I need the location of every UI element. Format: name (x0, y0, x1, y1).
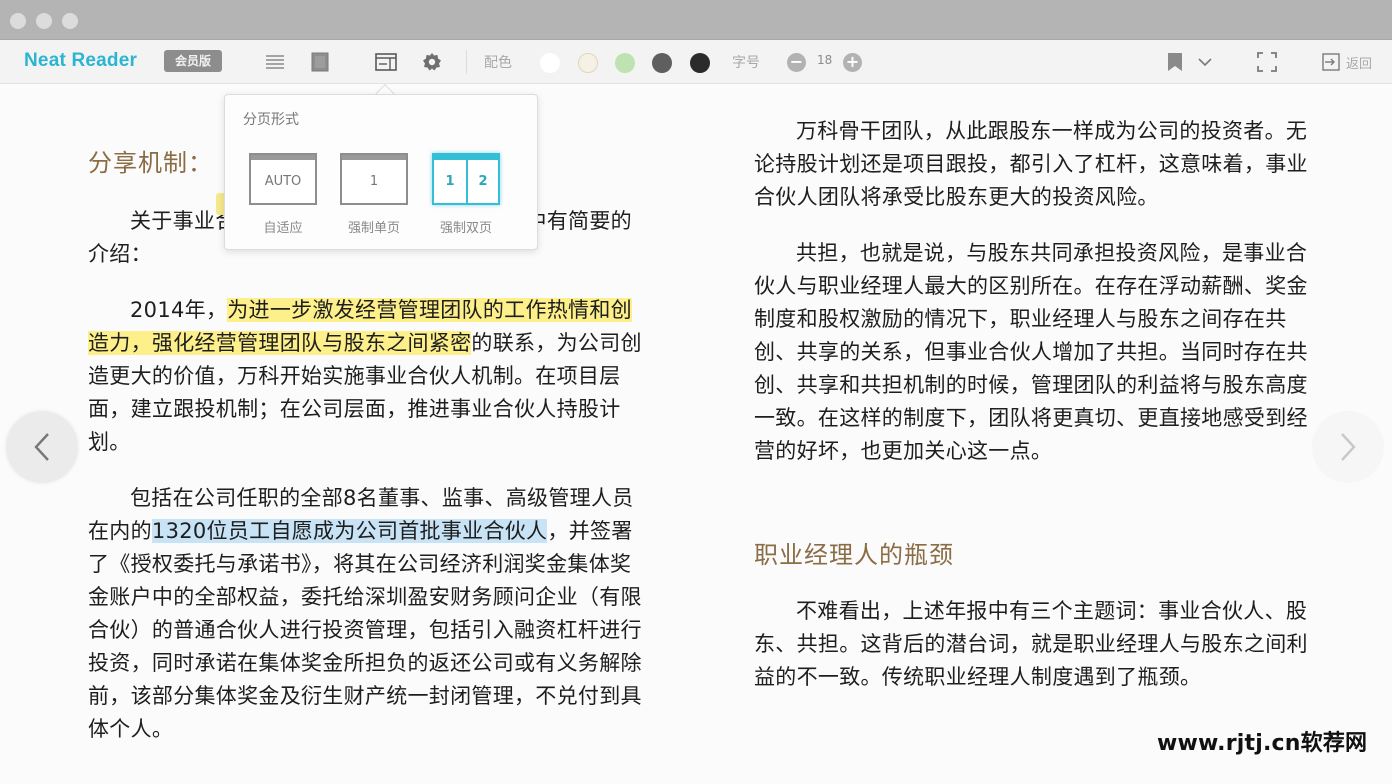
blue-highlight[interactable]: 1320位员工自愿成为公司首批事业合伙人 (151, 519, 548, 543)
window-zoom-button[interactable] (62, 13, 78, 29)
popover-title: 分页形式 (243, 112, 299, 128)
page-mode-auto[interactable]: AUTO (249, 153, 317, 205)
toolbar-divider (466, 50, 467, 74)
mode-preview-right: 2 (466, 160, 498, 203)
mode-preview-label: AUTO (264, 174, 302, 189)
exit-icon[interactable] (1320, 51, 1342, 73)
section-heading: 职业经理人的瓶颈 (754, 541, 954, 569)
paragraph-text: 2014年， (130, 298, 228, 322)
page-mode-popover: 分页形式 AUTO 自适应 1 强制单页 1 2 强制双页 (224, 94, 538, 250)
paragraph-bottleneck: 不难看出，上述年报中有三个主题词：事业合伙人、股东、共担。这背后的潜台词，就是职… (754, 599, 1308, 689)
watermark: www.rjtj.cn软荐网 (1157, 731, 1368, 756)
book-icon[interactable] (309, 51, 331, 73)
paragraph-partners: 包括在公司任职的全部8名董事、监事、高级管理人员在内的1320位员工自愿成为公司… (88, 482, 643, 746)
color-swatch-gray[interactable] (652, 53, 672, 73)
color-swatch-white[interactable] (540, 53, 560, 73)
layout-icon[interactable] (375, 51, 397, 73)
edition-badge[interactable]: 会员版 (164, 50, 222, 72)
decrease-font-button[interactable]: − (787, 53, 806, 72)
section-heading: 分享机制： (88, 149, 213, 177)
color-swatch-green[interactable] (615, 53, 635, 73)
page-mode-double[interactable]: 1 2 (432, 153, 500, 205)
mode-preview-left: 1 (445, 174, 455, 189)
fullscreen-icon[interactable] (1256, 51, 1278, 73)
back-button[interactable]: 返回 (1346, 53, 1372, 72)
page-mode-caption[interactable]: 自适应 (238, 217, 328, 236)
chevron-right-icon (1341, 433, 1356, 461)
window-minimize-button[interactable] (36, 13, 52, 29)
chevron-left-icon (34, 433, 49, 461)
paragraph: 不难看出，上述年报中有三个主题词：事业合伙人、股东、共担。这背后的潜台词，就是职… (754, 595, 1309, 694)
paragraph-2014: 2014年，为进一步激发经营管理团队的工作热情和创造力，强化经营管理团队与股东之… (88, 294, 643, 459)
mode-preview-label: 1 (369, 174, 379, 189)
right-page: 万科骨干团队，从此跟股东一样成为公司的投资者。无论持股计划还是项目跟投，都引入了… (696, 85, 1392, 784)
next-page-button[interactable] (1312, 411, 1384, 483)
color-scheme-label: 配色 (484, 55, 512, 71)
page-mode-caption[interactable]: 强制单页 (329, 217, 419, 236)
paragraph-shared-risk: 共担，也就是说，与股东共同承担投资风险，是事业合伙人与职业经理人最大的区别所在。… (754, 241, 1308, 463)
bookmark-icon[interactable] (1164, 51, 1186, 73)
app-logo: Neat Reader (24, 50, 138, 71)
font-size-value: 18 (817, 53, 833, 67)
list-icon[interactable] (264, 51, 286, 73)
color-swatch-black[interactable] (690, 53, 710, 73)
window-close-button[interactable] (10, 13, 26, 29)
page-mode-caption[interactable]: 强制双页 (421, 217, 511, 236)
increase-font-button[interactable]: + (843, 53, 862, 72)
paragraph-text: ，并签署了《授权委托与承诺书》，将其在公司经济利润奖金集体奖金账户中的全部权益，… (88, 519, 642, 741)
page-mode-single[interactable]: 1 (340, 153, 408, 205)
paragraph: 2014年，为进一步激发经营管理团队的工作热情和创造力，强化经营管理团队与股东之… (88, 294, 643, 459)
previous-page-button[interactable] (6, 411, 78, 483)
font-size-label: 字号 (732, 55, 760, 71)
paragraph: 万科骨干团队，从此跟股东一样成为公司的投资者。无论持股计划还是项目跟投，都引入了… (754, 115, 1309, 214)
window-titlebar (0, 0, 1392, 40)
color-swatch-cream[interactable] (578, 53, 598, 73)
paragraph-investors: 万科骨干团队，从此跟股东一样成为公司的投资者。无论持股计划还是项目跟投，都引入了… (754, 119, 1308, 209)
toolbar: Neat Reader 会员版 配色 字号 − 18 + 返回 (0, 40, 1392, 84)
chevron-down-icon[interactable] (1194, 51, 1216, 73)
paragraph: 包括在公司任职的全部8名董事、监事、高级管理人员在内的1320位员工自愿成为公司… (88, 482, 643, 746)
paragraph: 共担，也就是说，与股东共同承担投资风险，是事业合伙人与职业经理人最大的区别所在。… (754, 237, 1309, 468)
gear-icon[interactable] (421, 51, 443, 73)
